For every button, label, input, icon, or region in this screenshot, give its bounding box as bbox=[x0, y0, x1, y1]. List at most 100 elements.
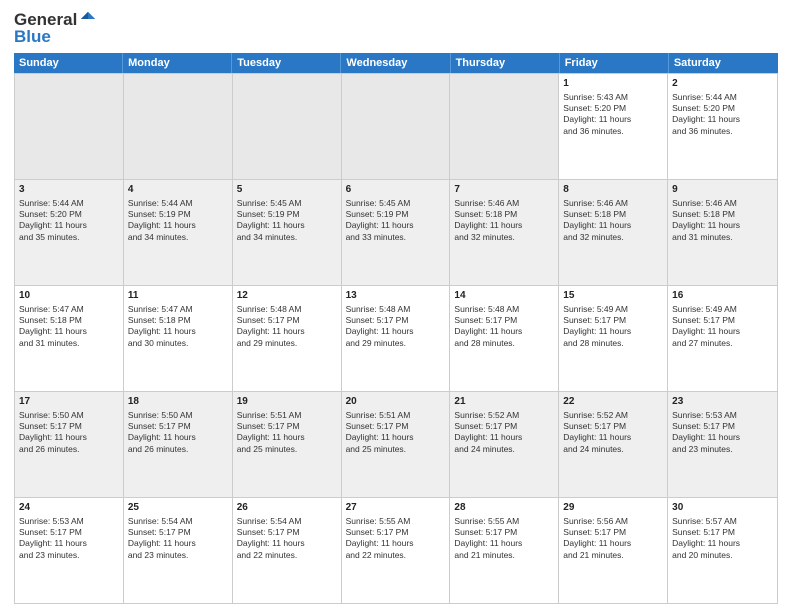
day-cell-17: 17Sunrise: 5:50 AM Sunset: 5:17 PM Dayli… bbox=[15, 392, 124, 497]
day-number: 12 bbox=[237, 289, 337, 303]
logo-flag-icon bbox=[79, 10, 97, 28]
day-info: Sunrise: 5:52 AM Sunset: 5:17 PM Dayligh… bbox=[563, 410, 631, 454]
day-cell-7: 7Sunrise: 5:46 AM Sunset: 5:18 PM Daylig… bbox=[450, 180, 559, 285]
day-cell-2: 2Sunrise: 5:44 AM Sunset: 5:20 PM Daylig… bbox=[668, 74, 777, 179]
day-cell-27: 27Sunrise: 5:55 AM Sunset: 5:17 PM Dayli… bbox=[342, 498, 451, 603]
day-cell-13: 13Sunrise: 5:48 AM Sunset: 5:17 PM Dayli… bbox=[342, 286, 451, 391]
day-info: Sunrise: 5:51 AM Sunset: 5:17 PM Dayligh… bbox=[237, 410, 305, 454]
day-cell-14: 14Sunrise: 5:48 AM Sunset: 5:17 PM Dayli… bbox=[450, 286, 559, 391]
day-cell-18: 18Sunrise: 5:50 AM Sunset: 5:17 PM Dayli… bbox=[124, 392, 233, 497]
day-cell-15: 15Sunrise: 5:49 AM Sunset: 5:17 PM Dayli… bbox=[559, 286, 668, 391]
day-info: Sunrise: 5:48 AM Sunset: 5:17 PM Dayligh… bbox=[346, 304, 414, 348]
day-info: Sunrise: 5:51 AM Sunset: 5:17 PM Dayligh… bbox=[346, 410, 414, 454]
day-cell-20: 20Sunrise: 5:51 AM Sunset: 5:17 PM Dayli… bbox=[342, 392, 451, 497]
day-info: Sunrise: 5:46 AM Sunset: 5:18 PM Dayligh… bbox=[563, 198, 631, 242]
day-number: 1 bbox=[563, 77, 663, 91]
day-number: 19 bbox=[237, 395, 337, 409]
day-info: Sunrise: 5:52 AM Sunset: 5:17 PM Dayligh… bbox=[454, 410, 522, 454]
day-number: 3 bbox=[19, 183, 119, 197]
day-info: Sunrise: 5:44 AM Sunset: 5:19 PM Dayligh… bbox=[128, 198, 196, 242]
day-info: Sunrise: 5:45 AM Sunset: 5:19 PM Dayligh… bbox=[346, 198, 414, 242]
day-cell-25: 25Sunrise: 5:54 AM Sunset: 5:17 PM Dayli… bbox=[124, 498, 233, 603]
day-number: 4 bbox=[128, 183, 228, 197]
day-number: 2 bbox=[672, 77, 773, 91]
day-cell-6: 6Sunrise: 5:45 AM Sunset: 5:19 PM Daylig… bbox=[342, 180, 451, 285]
empty-cell bbox=[342, 74, 451, 179]
day-cell-21: 21Sunrise: 5:52 AM Sunset: 5:17 PM Dayli… bbox=[450, 392, 559, 497]
day-number: 7 bbox=[454, 183, 554, 197]
logo-general: General bbox=[14, 11, 77, 28]
day-info: Sunrise: 5:55 AM Sunset: 5:17 PM Dayligh… bbox=[346, 516, 414, 560]
logo: General Blue bbox=[14, 10, 97, 45]
day-number: 17 bbox=[19, 395, 119, 409]
day-number: 30 bbox=[672, 501, 773, 515]
day-number: 23 bbox=[672, 395, 773, 409]
day-number: 20 bbox=[346, 395, 446, 409]
day-info: Sunrise: 5:54 AM Sunset: 5:17 PM Dayligh… bbox=[128, 516, 196, 560]
day-cell-11: 11Sunrise: 5:47 AM Sunset: 5:18 PM Dayli… bbox=[124, 286, 233, 391]
day-number: 25 bbox=[128, 501, 228, 515]
empty-cell bbox=[233, 74, 342, 179]
calendar-row-2: 3Sunrise: 5:44 AM Sunset: 5:20 PM Daylig… bbox=[15, 180, 777, 286]
day-info: Sunrise: 5:46 AM Sunset: 5:18 PM Dayligh… bbox=[672, 198, 740, 242]
day-cell-23: 23Sunrise: 5:53 AM Sunset: 5:17 PM Dayli… bbox=[668, 392, 777, 497]
day-info: Sunrise: 5:49 AM Sunset: 5:17 PM Dayligh… bbox=[672, 304, 740, 348]
day-number: 21 bbox=[454, 395, 554, 409]
day-cell-19: 19Sunrise: 5:51 AM Sunset: 5:17 PM Dayli… bbox=[233, 392, 342, 497]
day-info: Sunrise: 5:47 AM Sunset: 5:18 PM Dayligh… bbox=[19, 304, 87, 348]
day-info: Sunrise: 5:48 AM Sunset: 5:17 PM Dayligh… bbox=[454, 304, 522, 348]
day-info: Sunrise: 5:48 AM Sunset: 5:17 PM Dayligh… bbox=[237, 304, 305, 348]
day-cell-30: 30Sunrise: 5:57 AM Sunset: 5:17 PM Dayli… bbox=[668, 498, 777, 603]
weekday-header-thursday: Thursday bbox=[451, 53, 560, 73]
day-cell-22: 22Sunrise: 5:52 AM Sunset: 5:17 PM Dayli… bbox=[559, 392, 668, 497]
page: General Blue SundayMondayTuesdayWednesda… bbox=[0, 0, 792, 612]
header: General Blue bbox=[14, 10, 778, 45]
day-info: Sunrise: 5:43 AM Sunset: 5:20 PM Dayligh… bbox=[563, 92, 631, 136]
day-cell-16: 16Sunrise: 5:49 AM Sunset: 5:17 PM Dayli… bbox=[668, 286, 777, 391]
day-cell-3: 3Sunrise: 5:44 AM Sunset: 5:20 PM Daylig… bbox=[15, 180, 124, 285]
day-cell-4: 4Sunrise: 5:44 AM Sunset: 5:19 PM Daylig… bbox=[124, 180, 233, 285]
day-number: 18 bbox=[128, 395, 228, 409]
weekday-header-sunday: Sunday bbox=[14, 53, 123, 73]
day-cell-28: 28Sunrise: 5:55 AM Sunset: 5:17 PM Dayli… bbox=[450, 498, 559, 603]
day-info: Sunrise: 5:50 AM Sunset: 5:17 PM Dayligh… bbox=[19, 410, 87, 454]
day-cell-10: 10Sunrise: 5:47 AM Sunset: 5:18 PM Dayli… bbox=[15, 286, 124, 391]
day-number: 28 bbox=[454, 501, 554, 515]
day-info: Sunrise: 5:53 AM Sunset: 5:17 PM Dayligh… bbox=[672, 410, 740, 454]
day-info: Sunrise: 5:57 AM Sunset: 5:17 PM Dayligh… bbox=[672, 516, 740, 560]
day-number: 5 bbox=[237, 183, 337, 197]
calendar-row-4: 17Sunrise: 5:50 AM Sunset: 5:17 PM Dayli… bbox=[15, 392, 777, 498]
day-cell-1: 1Sunrise: 5:43 AM Sunset: 5:20 PM Daylig… bbox=[559, 74, 668, 179]
logo-blue: Blue bbox=[14, 28, 51, 45]
calendar-row-1: 1Sunrise: 5:43 AM Sunset: 5:20 PM Daylig… bbox=[15, 74, 777, 180]
day-number: 26 bbox=[237, 501, 337, 515]
day-number: 9 bbox=[672, 183, 773, 197]
day-cell-29: 29Sunrise: 5:56 AM Sunset: 5:17 PM Dayli… bbox=[559, 498, 668, 603]
day-cell-26: 26Sunrise: 5:54 AM Sunset: 5:17 PM Dayli… bbox=[233, 498, 342, 603]
day-number: 8 bbox=[563, 183, 663, 197]
day-info: Sunrise: 5:54 AM Sunset: 5:17 PM Dayligh… bbox=[237, 516, 305, 560]
day-number: 27 bbox=[346, 501, 446, 515]
weekday-header-friday: Friday bbox=[560, 53, 669, 73]
day-cell-12: 12Sunrise: 5:48 AM Sunset: 5:17 PM Dayli… bbox=[233, 286, 342, 391]
weekday-header-wednesday: Wednesday bbox=[341, 53, 450, 73]
day-info: Sunrise: 5:46 AM Sunset: 5:18 PM Dayligh… bbox=[454, 198, 522, 242]
weekday-header-tuesday: Tuesday bbox=[232, 53, 341, 73]
weekday-header-saturday: Saturday bbox=[669, 53, 778, 73]
day-info: Sunrise: 5:49 AM Sunset: 5:17 PM Dayligh… bbox=[563, 304, 631, 348]
day-info: Sunrise: 5:56 AM Sunset: 5:17 PM Dayligh… bbox=[563, 516, 631, 560]
day-number: 22 bbox=[563, 395, 663, 409]
day-number: 11 bbox=[128, 289, 228, 303]
day-number: 24 bbox=[19, 501, 119, 515]
day-cell-8: 8Sunrise: 5:46 AM Sunset: 5:18 PM Daylig… bbox=[559, 180, 668, 285]
day-cell-5: 5Sunrise: 5:45 AM Sunset: 5:19 PM Daylig… bbox=[233, 180, 342, 285]
day-number: 13 bbox=[346, 289, 446, 303]
day-info: Sunrise: 5:44 AM Sunset: 5:20 PM Dayligh… bbox=[19, 198, 87, 242]
day-info: Sunrise: 5:45 AM Sunset: 5:19 PM Dayligh… bbox=[237, 198, 305, 242]
day-number: 15 bbox=[563, 289, 663, 303]
calendar: SundayMondayTuesdayWednesdayThursdayFrid… bbox=[14, 53, 778, 604]
weekday-header-monday: Monday bbox=[123, 53, 232, 73]
calendar-header: SundayMondayTuesdayWednesdayThursdayFrid… bbox=[14, 53, 778, 73]
day-info: Sunrise: 5:47 AM Sunset: 5:18 PM Dayligh… bbox=[128, 304, 196, 348]
day-info: Sunrise: 5:55 AM Sunset: 5:17 PM Dayligh… bbox=[454, 516, 522, 560]
